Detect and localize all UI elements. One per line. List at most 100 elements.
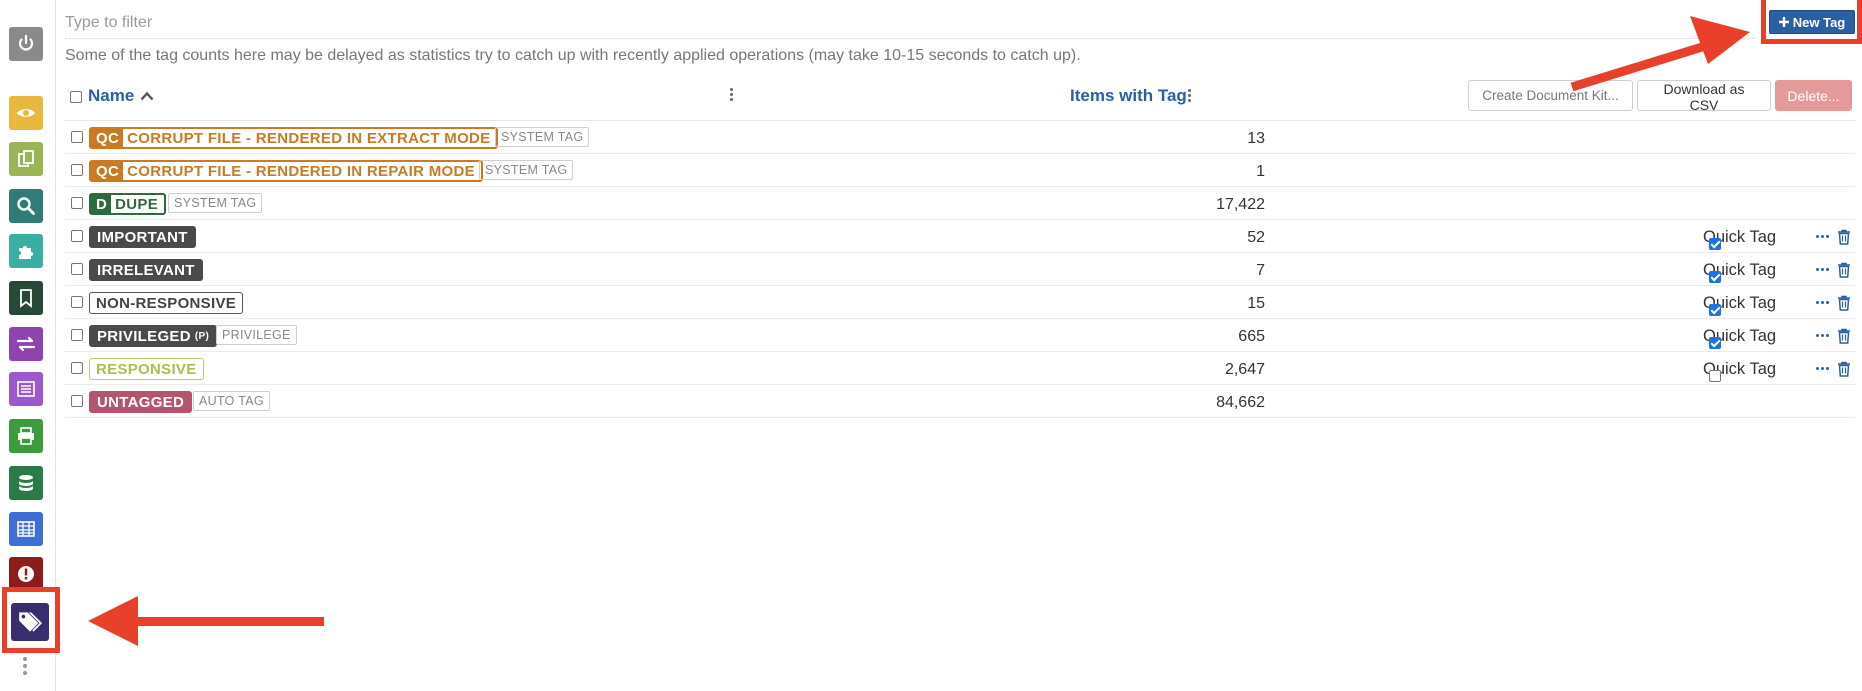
table-row: NON-RESPONSIVE 15 Quick Tag: [65, 286, 1855, 319]
plugins-button[interactable]: [9, 234, 43, 268]
quick-tag-checkbox[interactable]: [1709, 337, 1721, 349]
sidebar: [0, 0, 60, 691]
tag-count: 7: [1256, 262, 1265, 279]
alert-icon: [18, 566, 34, 582]
tag-label[interactable]: NON-RESPONSIVE: [89, 292, 244, 314]
print-icon: [18, 427, 34, 445]
privilege-badge: PRIVILEGE: [216, 325, 297, 345]
quick-tag-toggle[interactable]: Quick Tag: [1703, 261, 1776, 283]
tag-count: 13: [1247, 130, 1265, 147]
table-row: D DUPE SYSTEM TAG 17,422: [65, 187, 1855, 220]
delete-button[interactable]: Delete...: [1775, 80, 1852, 111]
quick-tag-checkbox[interactable]: [1709, 238, 1721, 250]
trash-icon[interactable]: [1837, 262, 1851, 278]
row-checkbox[interactable]: [71, 296, 83, 308]
search-button[interactable]: [9, 189, 43, 223]
trash-icon[interactable]: [1837, 229, 1851, 245]
tag-prefix: QC: [91, 162, 124, 180]
tag-prefix: QC: [91, 129, 124, 147]
review-button[interactable]: [9, 96, 43, 130]
row-checkbox[interactable]: [71, 329, 83, 341]
row-checkbox[interactable]: [71, 395, 83, 407]
quick-tag-toggle[interactable]: Quick Tag: [1703, 228, 1776, 250]
table-icon: [17, 521, 35, 537]
new-tag-label: New Tag: [1792, 14, 1846, 30]
database-button[interactable]: [9, 466, 43, 500]
sidebar-more-icon[interactable]: [22, 657, 28, 675]
row-checkbox[interactable]: [71, 164, 83, 176]
quick-tag-checkbox[interactable]: [1709, 271, 1721, 283]
tag-count: 52: [1247, 229, 1265, 246]
puzzle-icon: [19, 246, 33, 259]
more-options-icon[interactable]: [1816, 334, 1829, 337]
tag-count: 17,422: [1216, 196, 1265, 213]
more-options-icon[interactable]: [1816, 235, 1829, 238]
system-tag-badge: SYSTEM TAG: [495, 127, 590, 147]
column-header-name[interactable]: Name: [88, 86, 154, 106]
system-tag-badge: SYSTEM TAG: [479, 160, 574, 180]
documents-icon: [18, 150, 34, 167]
system-tag-badge: SYSTEM TAG: [168, 193, 263, 213]
row-checkbox[interactable]: [71, 362, 83, 374]
tag-label[interactable]: QC CORRUPT FILE - RENDERED IN EXTRACT MO…: [89, 127, 499, 149]
tag-count: 1: [1256, 163, 1265, 180]
quick-tag-checkbox[interactable]: [1709, 370, 1721, 382]
tag-label[interactable]: QC CORRUPT FILE - RENDERED IN REPAIR MOD…: [89, 160, 483, 182]
tag-count: 84,662: [1216, 394, 1265, 411]
row-checkbox[interactable]: [71, 230, 83, 242]
bookmark-icon: [20, 289, 32, 308]
column-menu-icon[interactable]: [730, 88, 734, 101]
quick-tag-toggle[interactable]: Quick Tag: [1703, 294, 1776, 316]
list-icon: [17, 381, 35, 397]
trash-icon[interactable]: [1837, 361, 1851, 377]
power-button[interactable]: [9, 27, 43, 61]
search-icon: [17, 197, 35, 215]
select-all-checkbox[interactable]: [70, 91, 82, 103]
table-row: QC CORRUPT FILE - RENDERED IN EXTRACT MO…: [65, 121, 1855, 154]
stats-notice: Some of the tag counts here may be delay…: [65, 47, 1081, 64]
tag-count: 15: [1247, 295, 1265, 312]
new-tag-button[interactable]: New Tag: [1769, 10, 1855, 34]
create-document-kit-button[interactable]: Create Document Kit...: [1468, 80, 1633, 111]
tag-label[interactable]: D DUPE: [89, 193, 167, 215]
quick-tag-checkbox[interactable]: [1709, 304, 1721, 316]
tag-label[interactable]: UNTAGGED: [89, 391, 193, 413]
power-icon: [18, 34, 34, 51]
bookmarks-button[interactable]: [9, 281, 43, 315]
quick-tag-toggle[interactable]: Quick Tag: [1703, 327, 1776, 349]
trash-icon[interactable]: [1837, 295, 1851, 311]
transfer-icon: [16, 336, 36, 352]
trash-icon[interactable]: [1837, 328, 1851, 344]
sort-ascending-icon: [140, 91, 154, 101]
eye-icon: [17, 109, 35, 117]
list-button[interactable]: [9, 372, 43, 406]
download-csv-button[interactable]: Download as CSV: [1637, 80, 1771, 113]
alerts-button[interactable]: [9, 557, 43, 591]
database-icon: [19, 475, 33, 491]
column-header-items-with-tag[interactable]: Items with Tag: [1070, 86, 1187, 106]
plus-icon: [1778, 17, 1789, 27]
documents-button[interactable]: [9, 142, 43, 176]
tag-label[interactable]: IMPORTANT: [89, 226, 196, 248]
more-options-icon[interactable]: [1816, 367, 1829, 370]
tag-prefix: D: [91, 195, 112, 213]
annotation-highlight-box: [2, 587, 60, 653]
column-menu-icon[interactable]: [1188, 89, 1192, 102]
table-row: RESPONSIVE 2,647 Quick Tag: [65, 352, 1855, 385]
more-options-icon[interactable]: [1816, 301, 1829, 304]
table-row: UNTAGGED AUTO TAG 84,662: [65, 385, 1855, 418]
row-checkbox[interactable]: [71, 131, 83, 143]
tag-label[interactable]: IRRELEVANT: [89, 259, 203, 281]
row-checkbox[interactable]: [71, 197, 83, 209]
table-row: IRRELEVANT 7 Quick Tag: [65, 253, 1855, 286]
more-options-icon[interactable]: [1816, 268, 1829, 271]
auto-tag-badge: AUTO TAG: [193, 391, 270, 411]
print-button[interactable]: [9, 419, 43, 453]
table-button[interactable]: [9, 512, 43, 546]
tag-label[interactable]: PRIVILEGED (P): [89, 325, 218, 347]
transfer-button[interactable]: [9, 327, 43, 361]
row-checkbox[interactable]: [71, 263, 83, 275]
quick-tag-toggle[interactable]: Quick Tag: [1703, 360, 1776, 382]
tag-label[interactable]: RESPONSIVE: [89, 358, 204, 380]
filter-input[interactable]: [65, 8, 1755, 39]
